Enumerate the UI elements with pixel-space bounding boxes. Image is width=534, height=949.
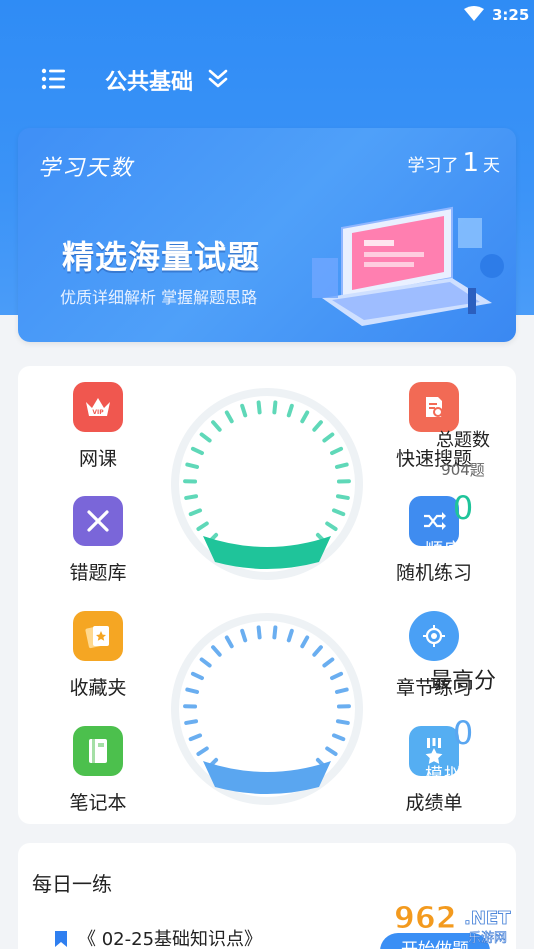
wifi-icon xyxy=(464,6,484,21)
practice-gauge-ring xyxy=(171,388,363,580)
gauge-tick xyxy=(272,400,278,415)
exam-gauge-ring xyxy=(171,613,363,805)
chevron-down-double-icon[interactable] xyxy=(206,68,230,90)
laptop-illustration xyxy=(312,206,504,326)
doc-search-icon xyxy=(409,382,459,432)
subject-selector[interactable]: 公共基础 xyxy=(105,64,193,96)
banner-subline: 优质详细解析 掌握解题思路 xyxy=(60,288,258,307)
study-days-label: 学习天数 xyxy=(38,156,135,181)
svg-text:乐游网: 乐游网 xyxy=(468,931,507,946)
sequential-practice-button[interactable]: 顺序练习 xyxy=(365,536,534,562)
feature-label: 错题库 xyxy=(69,562,127,584)
mock-exam-button[interactable]: 模拟考试 xyxy=(365,761,534,787)
daily-practice-item-title: 《 02-25基础知识点》 xyxy=(78,929,263,949)
gauge-tick xyxy=(335,494,350,500)
bookmark-icon xyxy=(55,931,67,947)
status-bar: 3:25 xyxy=(0,0,534,30)
top-nav: 公共基础 xyxy=(0,55,534,103)
banner-headline: 精选海量试题 xyxy=(62,238,261,276)
feature-label: 笔记本 xyxy=(69,792,127,814)
close-x-icon xyxy=(73,496,123,546)
target-icon xyxy=(409,611,459,661)
star-cards-icon xyxy=(73,611,123,661)
highest-score-label: 最高分 xyxy=(429,669,496,694)
feature-label: 收藏夹 xyxy=(69,677,127,699)
feature-online-course[interactable]: VIP 网课 xyxy=(38,382,158,471)
mock-exam-dial[interactable]: 最高分 0 模拟考试 xyxy=(169,611,500,807)
total-questions-label: 总题数 xyxy=(436,430,490,451)
gauge-tick xyxy=(334,687,349,694)
gauge-tick xyxy=(256,625,262,640)
notebook-icon xyxy=(73,726,123,776)
gauge-tick xyxy=(185,462,200,469)
gauge-tick xyxy=(272,625,278,640)
gauge-tick xyxy=(335,719,350,725)
promo-banner[interactable]: 学习天数 学习了 1 天 精选海量试题 优质详细解析 掌握解题思路 xyxy=(18,128,516,342)
daily-practice-item[interactable]: 《 02-25基础知识点》 xyxy=(54,925,262,949)
vip-crown-icon: VIP xyxy=(73,382,123,432)
feature-label: 随机练习 xyxy=(395,562,472,584)
study-days-number: 1 xyxy=(462,148,479,178)
daily-practice-title: 每日一练 xyxy=(32,872,112,896)
gauge-tick xyxy=(334,462,349,469)
feature-wrong-questions[interactable]: 错题库 xyxy=(38,496,158,585)
gauge-tick xyxy=(185,687,200,694)
gauge-tick xyxy=(256,400,262,415)
status-time: 3:25 xyxy=(492,6,530,24)
menu-list-icon[interactable] xyxy=(40,67,68,91)
sequential-practice-dial[interactable]: 总题数 904题 0 顺序练习 xyxy=(169,386,500,582)
gauge-tick xyxy=(184,494,199,500)
svg-text:.NET: .NET xyxy=(464,908,511,929)
site-watermark-logo: 962 .NET 乐游网 xyxy=(394,901,512,947)
feature-favorites[interactable]: 收藏夹 xyxy=(38,611,158,700)
total-questions-count: 904题 xyxy=(441,461,485,479)
feature-label: 成绩单 xyxy=(405,792,463,814)
study-days-counter: 学习了 1 天 xyxy=(407,148,500,178)
feature-label: 网课 xyxy=(78,448,117,470)
svg-text:962: 962 xyxy=(394,901,457,936)
feature-notebook[interactable]: 笔记本 xyxy=(38,726,158,815)
feature-panel: VIP 网课 错题库 收藏夹 笔记本 快速搜题 随机练习 章节练习 成绩单 总题… xyxy=(18,366,516,824)
svg-text:VIP: VIP xyxy=(92,409,104,416)
highest-score-number: 0 xyxy=(452,714,474,752)
practice-progress-number: 0 xyxy=(452,489,474,527)
gauge-tick xyxy=(184,719,199,725)
